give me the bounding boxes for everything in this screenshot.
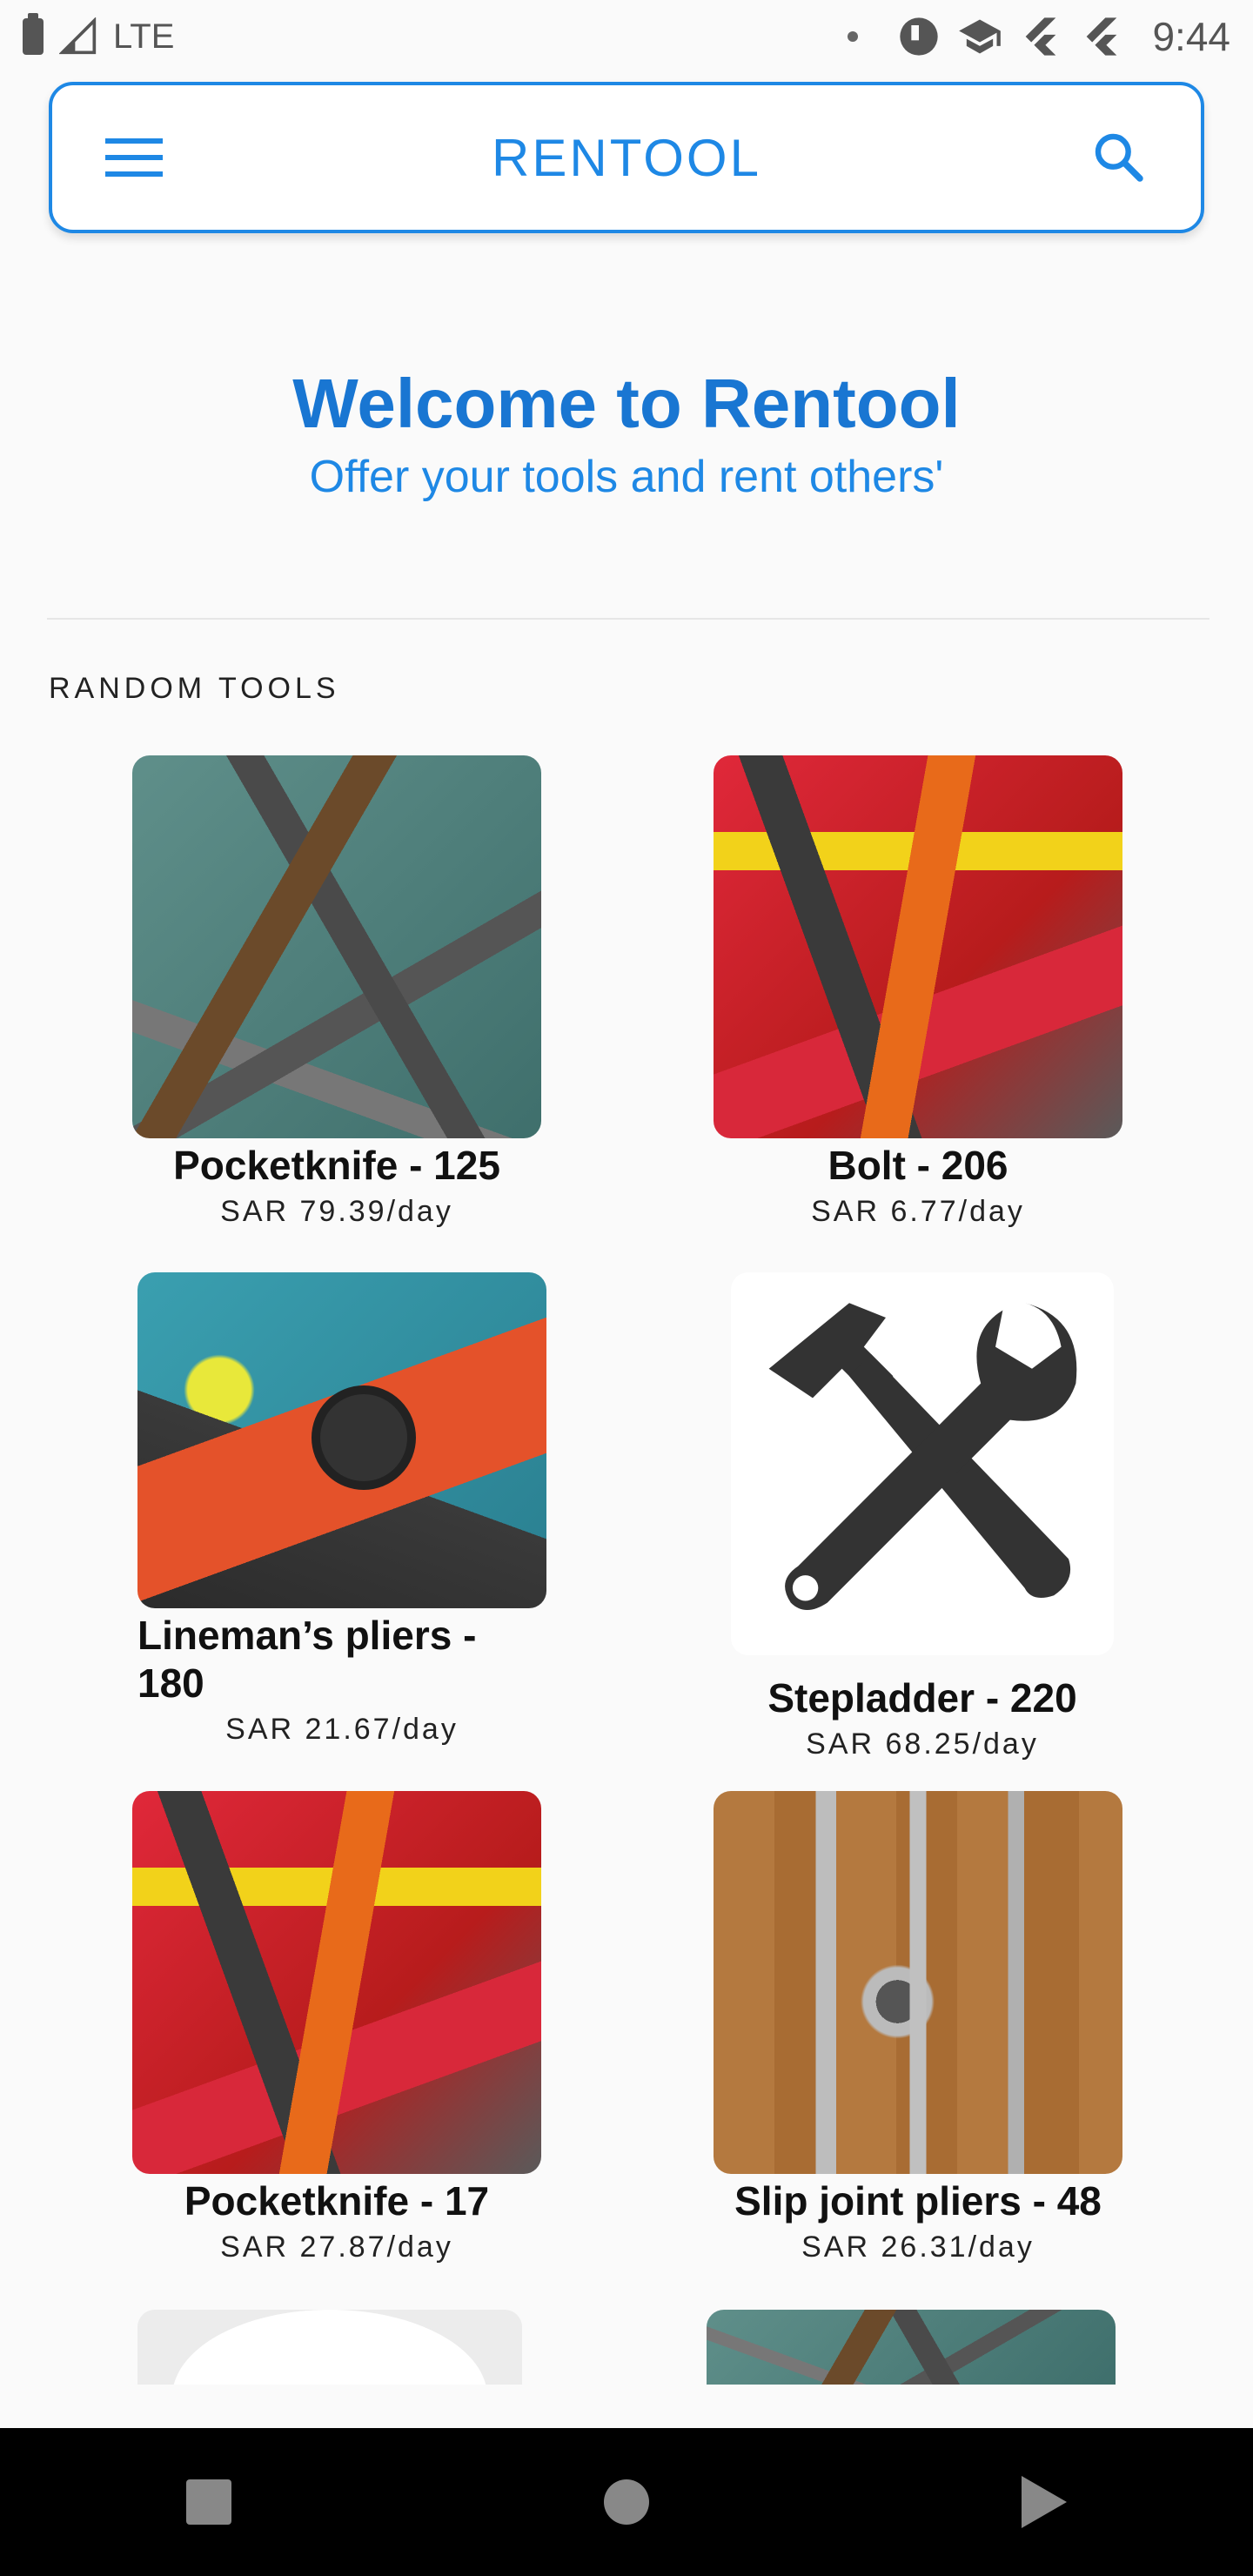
tool-image	[132, 755, 541, 1138]
tool-image	[714, 755, 1122, 1138]
status-bar: LTE 9:44	[0, 0, 1253, 73]
tool-card-partial[interactable]	[137, 2310, 522, 2385]
tool-name: Slip joint pliers - 48	[734, 2178, 1102, 2224]
flutter-icon-2	[1087, 17, 1117, 56]
square-icon	[186, 2479, 231, 2525]
flutter-icon	[1026, 17, 1056, 56]
tool-name: Lineman’s pliers - 180	[137, 1613, 477, 1707]
tool-price: SAR 6.77/day	[811, 1195, 1025, 1229]
app-bar: RENTOOL	[49, 82, 1204, 233]
app-title: RENTOOL	[492, 128, 761, 187]
tool-price: SAR 79.39/day	[220, 1195, 453, 1229]
school-icon	[959, 19, 1002, 54]
welcome-section: Welcome to Rentool Offer your tools and …	[0, 366, 1253, 503]
navigation-bar	[0, 2428, 1253, 2576]
tool-name: Bolt - 206	[828, 1143, 1008, 1188]
triangle-icon	[1022, 2476, 1067, 2528]
signal-icon	[59, 17, 97, 55]
back-button[interactable]	[1005, 2463, 1083, 2541]
welcome-subtitle: Offer your tools and rent others'	[309, 452, 944, 502]
menu-button[interactable]	[99, 123, 169, 192]
tool-card[interactable]: Lineman’s pliers - 180 SAR 21.67/day	[137, 1272, 546, 1747]
search-button[interactable]	[1084, 123, 1154, 192]
tool-price: SAR 26.31/day	[801, 2231, 1035, 2264]
menu-icon	[105, 138, 163, 177]
divider	[47, 618, 1209, 620]
hammer-wrench-icon	[768, 1303, 1077, 1610]
tool-image	[132, 1791, 541, 2174]
circle-icon	[604, 2479, 649, 2525]
clock: 9:44	[1152, 14, 1230, 59]
section-label: RANDOM TOOLS	[49, 672, 340, 705]
tool-price: SAR 68.25/day	[806, 1727, 1039, 1761]
network-label: LTE	[113, 17, 175, 56]
home-button[interactable]	[587, 2463, 666, 2541]
app-notification-icon	[900, 17, 939, 56]
battery-icon	[23, 13, 44, 55]
tool-image	[137, 1272, 546, 1608]
tool-name: Pocketknife - 17	[184, 2178, 490, 2224]
tool-card[interactable]: Stepladder - 220 SAR 68.25/day	[731, 1272, 1114, 1761]
welcome-title: Welcome to Rentool	[292, 365, 961, 442]
status-right: 9:44	[848, 13, 1230, 60]
tool-name: Pocketknife - 125	[173, 1143, 500, 1188]
tool-name: Stepladder - 220	[767, 1675, 1077, 1721]
tool-image	[137, 2310, 522, 2385]
tool-card-partial[interactable]	[707, 2310, 1116, 2385]
tool-image	[707, 2310, 1116, 2385]
notification-dot-icon	[848, 31, 859, 42]
status-left: LTE	[23, 13, 175, 57]
tool-card[interactable]: Pocketknife - 17 SAR 27.87/day	[132, 1791, 541, 2264]
recent-apps-button[interactable]	[170, 2463, 248, 2541]
tool-price: SAR 21.67/day	[225, 1713, 459, 1747]
tool-price: SAR 27.87/day	[220, 2231, 453, 2264]
tool-image	[714, 1791, 1122, 2174]
tool-image	[731, 1272, 1114, 1655]
tool-card[interactable]: Slip joint pliers - 48 SAR 26.31/day	[714, 1791, 1122, 2264]
tool-card[interactable]: Bolt - 206 SAR 6.77/day	[714, 755, 1122, 1229]
search-icon	[1095, 133, 1143, 182]
pivot-graphic	[312, 1385, 416, 1490]
tool-card[interactable]: Pocketknife - 125 SAR 79.39/day	[132, 755, 541, 1229]
